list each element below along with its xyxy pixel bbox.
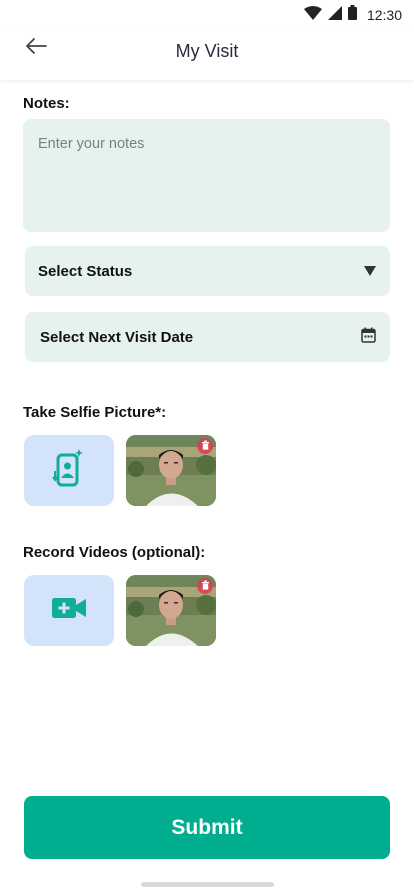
home-indicator: [141, 882, 274, 887]
video-thumbnail[interactable]: [126, 575, 216, 646]
app-header: My Visit: [0, 28, 414, 80]
notes-label: Notes:: [23, 95, 70, 112]
video-camera-icon: [51, 596, 87, 625]
status-icons: 12:30: [303, 5, 402, 25]
wifi-icon: [303, 5, 322, 25]
videos-label: Record Videos (optional):: [23, 544, 206, 561]
signal-icon: [327, 5, 342, 25]
record-video-button[interactable]: [24, 575, 114, 646]
next-visit-date-label: Select Next Visit Date: [40, 328, 194, 346]
submit-button[interactable]: Submit: [24, 796, 390, 859]
delete-selfie-button[interactable]: [197, 438, 213, 454]
take-selfie-button[interactable]: [24, 435, 114, 506]
status-select-label: Select Status: [38, 262, 133, 280]
status-bar: 12:30: [0, 0, 414, 28]
delete-icon: [201, 437, 210, 455]
dropdown-caret-icon: [364, 266, 376, 276]
delete-video-button[interactable]: [197, 578, 213, 594]
status-select[interactable]: Select Status: [25, 246, 390, 296]
status-time: 12:30: [366, 7, 402, 23]
delete-icon: [201, 577, 210, 595]
selfie-label: Take Selfie Picture*:: [23, 404, 167, 421]
selfie-thumbnail[interactable]: [126, 435, 216, 506]
page-title: My Visit: [175, 41, 239, 61]
notes-input[interactable]: Enter your notes: [23, 119, 390, 232]
next-visit-date-field[interactable]: Select Next Visit Date: [25, 312, 390, 362]
selfie-camera-icon: [52, 447, 86, 494]
calendar-icon: [361, 327, 376, 348]
notes-placeholder: Enter your notes: [38, 136, 145, 152]
battery-icon: [347, 5, 357, 25]
